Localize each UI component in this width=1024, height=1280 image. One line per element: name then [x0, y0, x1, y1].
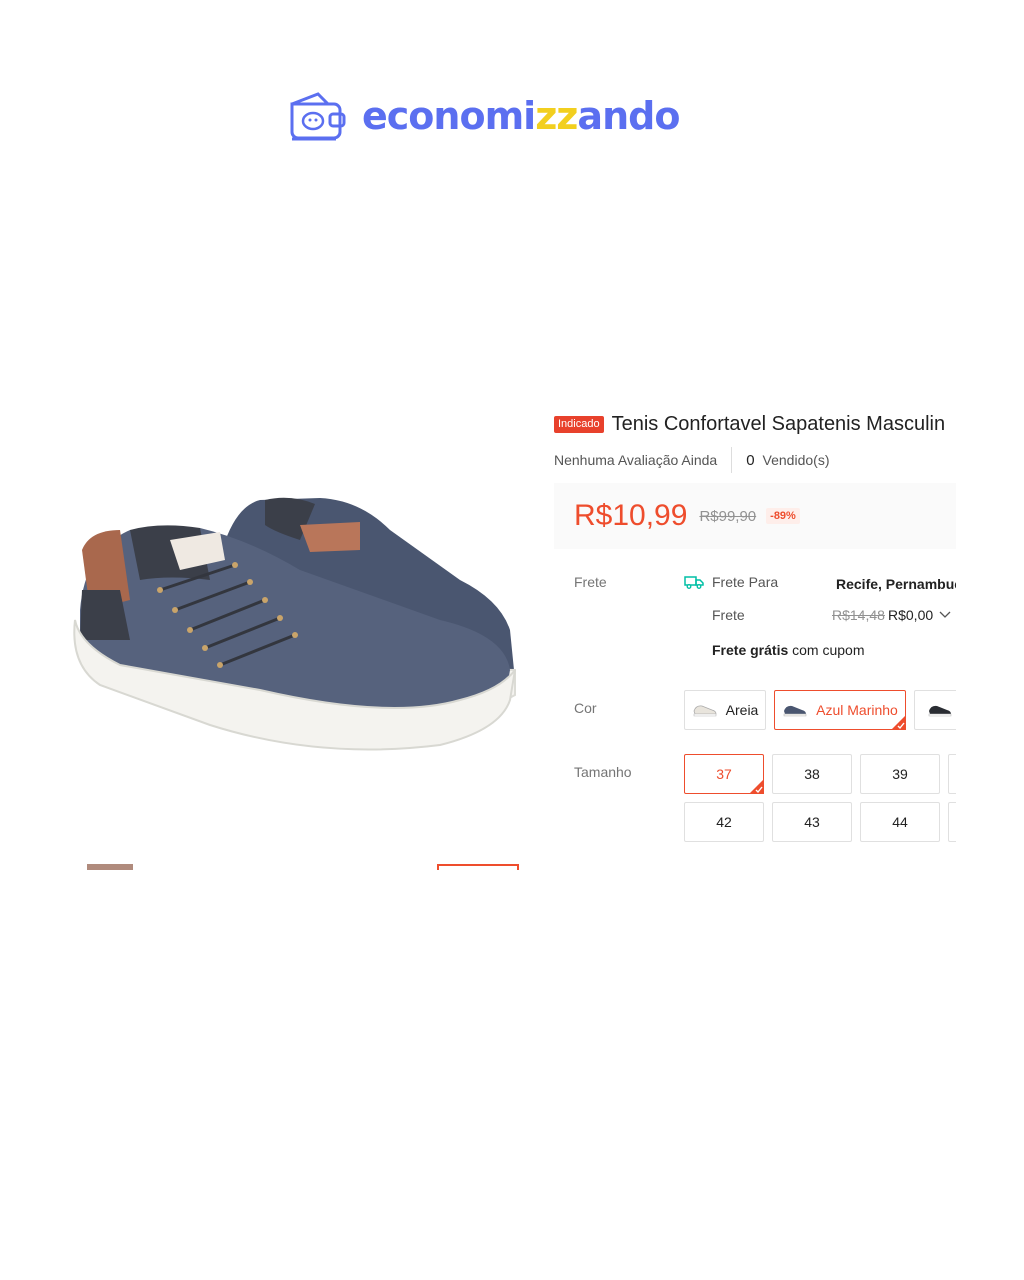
chevron-down-icon: [939, 611, 951, 618]
ship-to: Frete Para: [684, 574, 778, 590]
size-option-37[interactable]: 37: [684, 754, 764, 794]
size-value: 38: [804, 766, 820, 782]
size-option-42[interactable]: 42: [684, 802, 764, 842]
size-value: 39: [892, 766, 908, 782]
shoe-thumbnail-icon: [693, 705, 717, 717]
divider: [731, 447, 733, 473]
ship-city[interactable]: Recife, Pernambuco: [836, 576, 956, 592]
shoe-thumbnail-icon: [928, 705, 952, 717]
product-title: Tenis Confortavel Sapatenis Masculin: [611, 412, 946, 435]
sold-count: 0: [746, 451, 755, 469]
logo-wordmark: economizzando: [362, 94, 680, 138]
thumbnail-selected[interactable]: [437, 864, 519, 870]
ship-to-label: Frete Para: [712, 574, 779, 590]
rating-text: Nenhuma Avaliação Ainda: [554, 452, 718, 468]
color-label: Cor: [574, 700, 597, 716]
truck-icon: [684, 576, 704, 589]
sold-label: Vendido(s): [762, 452, 830, 468]
free-shipping-note: Frete grátis com cupom: [712, 642, 865, 658]
size-value: 37: [716, 766, 732, 782]
size-option-45[interactable]: [948, 802, 956, 842]
color-option-areia[interactable]: Areia: [684, 690, 766, 730]
size-option-43[interactable]: 43: [772, 802, 852, 842]
current-price: R$10,99: [574, 499, 688, 532]
ship-old-cost: R$14,48: [832, 607, 885, 623]
shipping-label: Frete: [574, 574, 607, 590]
original-price: R$99,90: [699, 507, 757, 525]
check-corner-icon: [749, 779, 764, 794]
ship-cost-label: Frete: [712, 607, 745, 623]
product-info-panel: Indicado Tenis Confortavel Sapatenis Mas…: [554, 410, 956, 870]
size-value: 43: [804, 814, 820, 830]
color-option-preto[interactable]: [914, 690, 956, 730]
free-shipping-rest: com cupom: [788, 642, 865, 658]
color-option-azul-marinho[interactable]: Azul Marinho: [774, 690, 906, 730]
size-option-39[interactable]: 39: [860, 754, 940, 794]
ship-new-cost: R$0,00: [888, 607, 934, 623]
ship-cost-dropdown[interactable]: R$0,00: [888, 607, 951, 623]
discount-badge: -89%: [766, 508, 800, 524]
rating-row: Nenhuma Avaliação Ainda 0 Vendido(s): [554, 446, 956, 474]
size-option-44[interactable]: 44: [860, 802, 940, 842]
shoe-thumbnail-icon: [783, 705, 807, 717]
recommended-badge: Indicado: [554, 415, 604, 433]
thumbnail-image[interactable]: [87, 864, 133, 870]
size-option-38[interactable]: 38: [772, 754, 852, 794]
size-value: 42: [716, 814, 732, 830]
color-option-label: Areia: [725, 702, 759, 718]
size-option-40[interactable]: [948, 754, 956, 794]
title-row: Indicado Tenis Confortavel Sapatenis Mas…: [554, 410, 956, 438]
color-option-label: Azul Marinho: [816, 702, 898, 718]
free-shipping-bold: Frete grátis: [712, 642, 789, 658]
logo-wallet-icon: [290, 92, 346, 141]
site-logo[interactable]: economizzando: [286, 90, 680, 142]
size-label: Tamanho: [574, 764, 632, 780]
size-value: 44: [892, 814, 908, 830]
product-image[interactable]: [60, 470, 530, 780]
check-corner-icon: [891, 715, 906, 730]
price-box: R$10,99 R$99,90 -89%: [554, 483, 956, 549]
